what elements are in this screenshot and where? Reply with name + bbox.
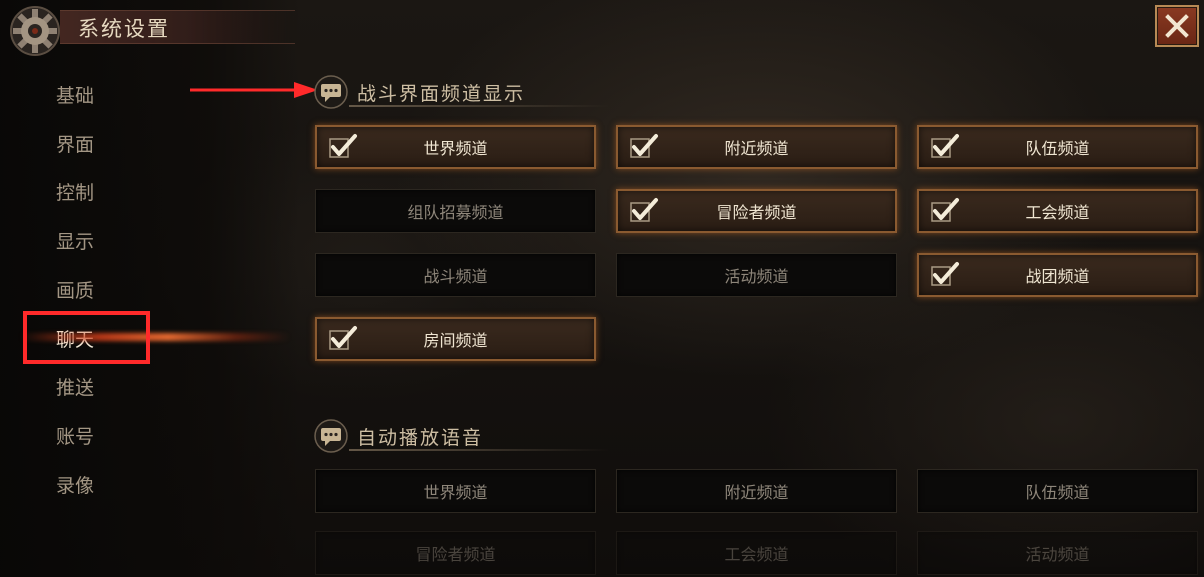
sidebar-item-label: 账号 (56, 425, 95, 448)
close-icon (1165, 14, 1189, 38)
sidebar-item-label: 基础 (56, 84, 95, 107)
channel-toggle-label: 活动频道 (1025, 545, 1090, 564)
channel-toggle-label: 附近频道 (724, 483, 789, 502)
section-divider (349, 105, 609, 107)
checkmark-icon (329, 134, 357, 158)
sidebar-item-5[interactable]: 画质 (0, 265, 260, 313)
sidebar-item-7[interactable]: 推送 (0, 362, 260, 410)
channel-toggle-2-4[interactable]: 冒险者频道 (315, 531, 596, 575)
highlight-annotation-box (23, 311, 150, 364)
channel-toggle-label: 冒险者频道 (415, 545, 496, 564)
sidebar-item-label: 画质 (56, 279, 95, 302)
sidebar-item-2[interactable]: 界面 (0, 119, 260, 167)
channel-toggle-label: 组队招募频道 (407, 203, 504, 222)
sidebar-item-label: 界面 (56, 133, 95, 156)
sidebar-item-8[interactable]: 账号 (0, 411, 260, 459)
header: 系统设置 (0, 0, 300, 56)
sidebar-item-label: 控制 (56, 181, 95, 204)
channel-toggle-1-2[interactable]: 附近频道 (616, 125, 897, 169)
settings-screen: 系统设置 基础界面控制显示画质聊天推送账号录像 战斗界面频道显示世界频道附近频道… (0, 0, 1204, 577)
channel-toggle-label: 队伍频道 (1025, 483, 1090, 502)
checkmark-icon (931, 134, 959, 158)
channel-toggle-label: 队伍频道 (1025, 139, 1090, 158)
channel-toggle-label: 附近频道 (724, 139, 789, 158)
channel-toggle-1-7[interactable]: 战斗频道 (315, 253, 596, 297)
channel-toggle-label: 房间频道 (423, 331, 488, 350)
channel-toggle-1-5[interactable]: 冒险者频道 (616, 189, 897, 233)
channel-toggle-1-6[interactable]: 工会频道 (917, 189, 1198, 233)
checkmark-icon (630, 134, 658, 158)
channel-toggle-label: 工会频道 (724, 545, 789, 564)
checkmark-icon (931, 262, 959, 286)
section-divider (349, 449, 609, 451)
channel-toggle-1-10[interactable]: 房间频道 (315, 317, 596, 361)
checkmark-icon (630, 198, 658, 222)
section-header-2: 自动播放语音 (313, 418, 613, 453)
checkmark-icon (329, 326, 357, 350)
channel-toggle-1-4[interactable]: 组队招募频道 (315, 189, 596, 233)
checkmark-icon (931, 198, 959, 222)
gear-icon (10, 6, 60, 56)
sidebar-item-9[interactable]: 录像 (0, 460, 260, 508)
channel-toggle-label: 世界频道 (423, 483, 488, 502)
sidebar-item-label: 显示 (56, 230, 95, 253)
section-title: 自动播放语音 (357, 427, 484, 449)
section-header-1: 战斗界面频道显示 (313, 74, 613, 109)
page-title: 系统设置 (78, 17, 170, 41)
chat-bubble-icon (314, 419, 348, 453)
close-button[interactable] (1155, 5, 1199, 47)
channel-toggle-label: 活动频道 (724, 267, 789, 286)
channel-toggle-label: 战斗频道 (423, 267, 488, 286)
sidebar-item-4[interactable]: 显示 (0, 216, 260, 264)
channel-toggle-2-6[interactable]: 活动频道 (917, 531, 1198, 575)
channel-toggle-2-5[interactable]: 工会频道 (616, 531, 897, 575)
channel-toggle-label: 冒险者频道 (716, 203, 797, 222)
channel-toggle-1-8[interactable]: 活动频道 (616, 253, 897, 297)
channel-toggle-1-9[interactable]: 战团频道 (917, 253, 1198, 297)
channel-toggle-label: 世界频道 (423, 139, 488, 158)
channel-toggle-2-2[interactable]: 附近频道 (616, 469, 897, 513)
channel-toggle-1-1[interactable]: 世界频道 (315, 125, 596, 169)
annotation-arrow (190, 82, 318, 98)
channel-toggle-2-1[interactable]: 世界频道 (315, 469, 596, 513)
chat-bubble-icon (314, 75, 348, 109)
sidebar-item-label: 录像 (56, 474, 95, 497)
channel-toggle-1-3[interactable]: 队伍频道 (917, 125, 1198, 169)
sidebar-item-label: 推送 (56, 376, 95, 399)
sidebar-item-3[interactable]: 控制 (0, 167, 260, 215)
channel-toggle-2-3[interactable]: 队伍频道 (917, 469, 1198, 513)
channel-toggle-label: 工会频道 (1025, 203, 1090, 222)
channel-toggle-label: 战团频道 (1025, 267, 1090, 286)
section-title: 战斗界面频道显示 (357, 83, 526, 105)
